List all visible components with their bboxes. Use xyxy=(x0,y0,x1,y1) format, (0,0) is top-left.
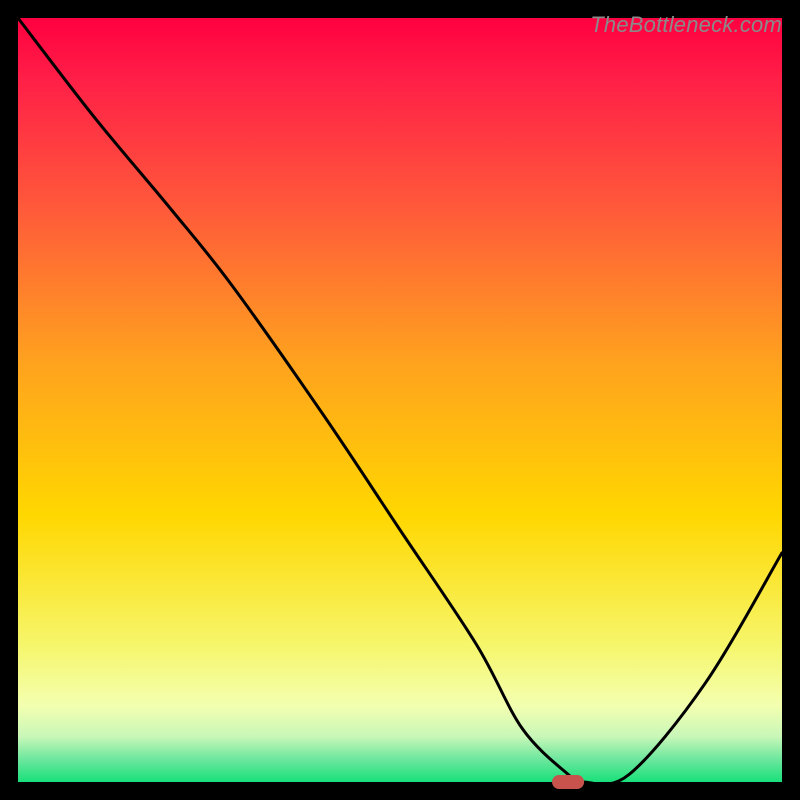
chart-container: TheBottleneck.com xyxy=(0,0,800,800)
watermark-text: TheBottleneck.com xyxy=(590,12,782,38)
bottleneck-chart xyxy=(0,0,800,800)
